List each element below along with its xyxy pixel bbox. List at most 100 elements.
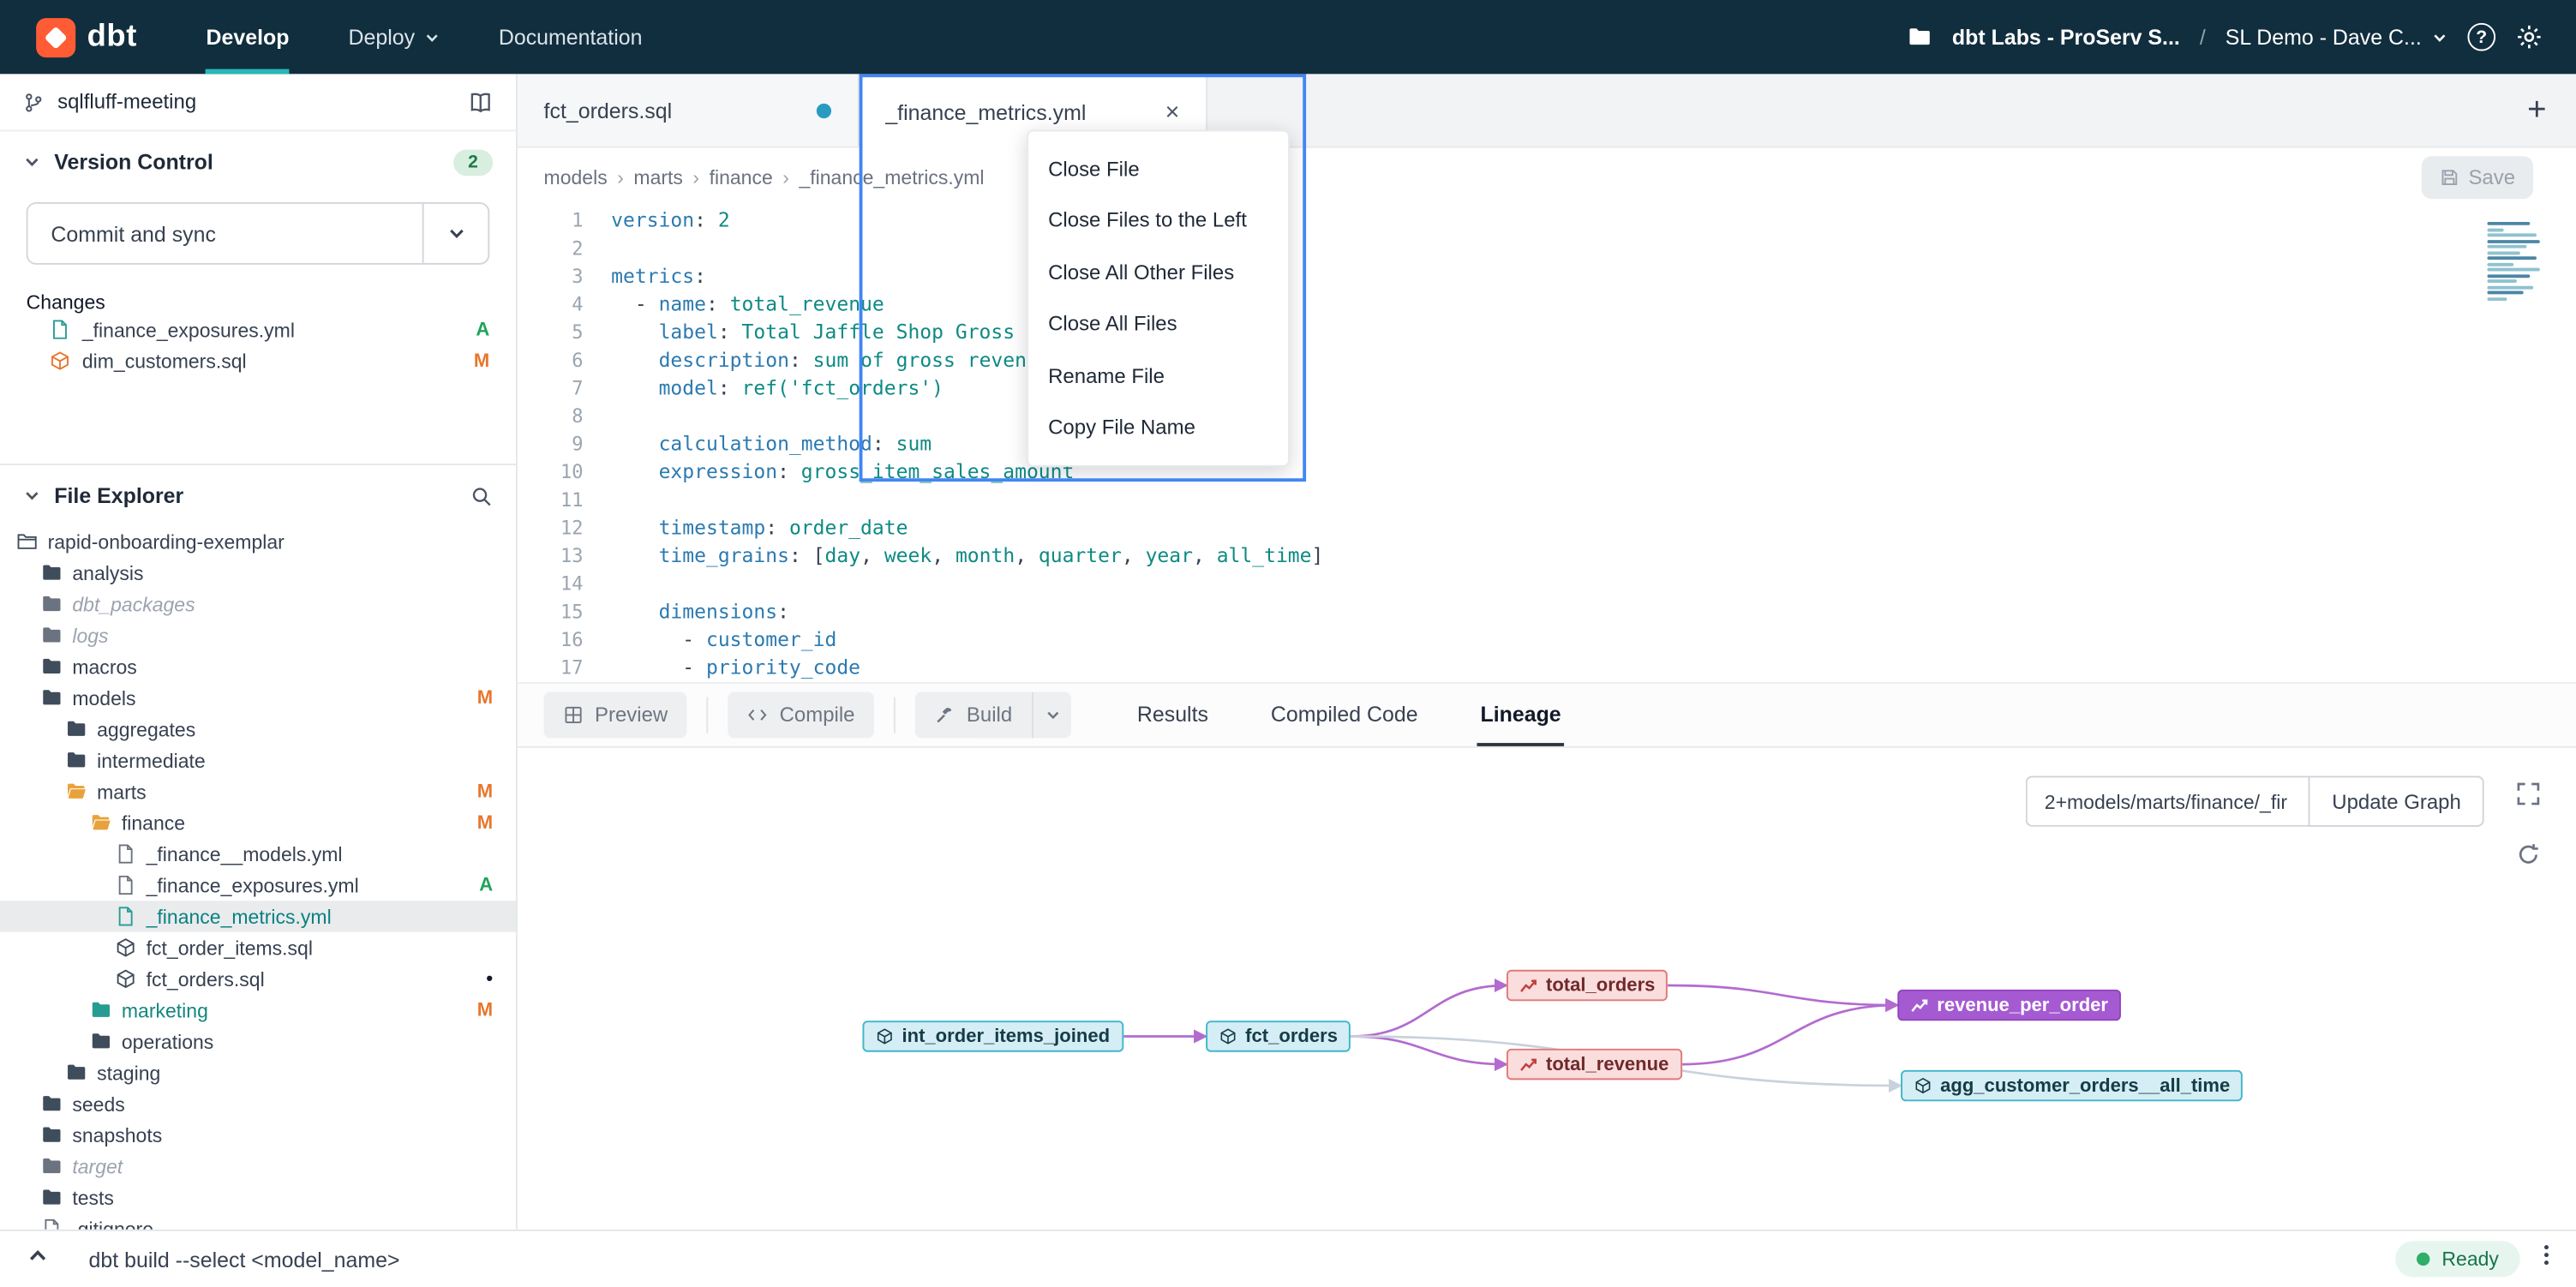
commit-options-button[interactable] [422, 204, 488, 263]
git-status-letter: M [474, 351, 489, 371]
tree-item-tests[interactable]: tests [0, 1182, 516, 1212]
context-menu-item[interactable]: Rename File [1028, 350, 1288, 402]
nav-deploy[interactable]: Deploy [348, 0, 439, 74]
tree-item-_finance__models.yml[interactable]: _finance__models.yml [0, 838, 516, 869]
tree-item-marketing[interactable]: marketingM [0, 995, 516, 1026]
update-graph-button[interactable]: Update Graph [2309, 775, 2483, 826]
build-options-button[interactable] [1032, 692, 1071, 739]
compile-button[interactable]: Compile [728, 692, 874, 739]
tree-item-fct_orders.sql[interactable]: fct_orders.sql• [0, 963, 516, 994]
context-menu-item[interactable]: Close Files to the Left [1028, 195, 1288, 246]
project-selector-label: SL Demo - Dave C... [2226, 25, 2422, 50]
git-branch-row[interactable]: sqlfluff-meeting [0, 74, 516, 131]
nav-documentation[interactable]: Documentation [499, 0, 643, 74]
reset-graph-icon[interactable] [2507, 834, 2549, 877]
changed-file-row[interactable]: dim_customers.sqlM [0, 345, 516, 376]
tree-item-dbt_packages[interactable]: dbt_packages [0, 589, 516, 620]
code-line: 14 [518, 569, 2576, 597]
command-input[interactable]: dbt build --select <model_name> [89, 1247, 400, 1272]
build-button[interactable]: Build [915, 692, 1032, 739]
code-line: 5 label: Total Jaffle Shop Gross Revenue [518, 317, 2576, 345]
folder-open-icon [66, 781, 87, 802]
fullscreen-expand-icon[interactable] [2507, 773, 2549, 816]
file-icon [41, 1218, 63, 1229]
tree-item-marts[interactable]: martsM [0, 775, 516, 806]
tree-item-_finance_metrics.yml[interactable]: _finance_metrics.yml [0, 901, 516, 931]
tree-item-fct_order_items.sql[interactable]: fct_order_items.sql [0, 932, 516, 963]
code-line: 2 [518, 233, 2576, 261]
tree-item-finance[interactable]: financeM [0, 807, 516, 838]
context-menu-item[interactable]: Close All Files [1028, 298, 1288, 350]
tree-item-aggregates[interactable]: aggregates [0, 714, 516, 745]
lineage-node-agg_customer_orders__all_time[interactable]: agg_customer_orders__all_time [1901, 1070, 2244, 1101]
tree-item-label: tests [72, 1186, 114, 1209]
close-tab-icon[interactable]: × [1165, 98, 1180, 126]
navbar-right: dbt Labs - ProServ S... / SL Demo - Dave… [1908, 23, 2543, 51]
file-explorer-header[interactable]: File Explorer [0, 465, 516, 526]
docs-book-icon[interactable] [468, 90, 493, 115]
node-label: revenue_per_order [1937, 996, 2108, 1015]
lineage-node-int_order_items_joined[interactable]: int_order_items_joined [862, 1021, 1123, 1051]
context-menu-item[interactable]: Copy File Name [1028, 402, 1288, 453]
version-control-section: Version Control 2 Commit and sync Change… [0, 131, 516, 464]
tree-item-operations[interactable]: operations [0, 1026, 516, 1057]
tree-item-label: logs [72, 624, 108, 647]
expand-panel-chevron-icon[interactable] [27, 1243, 50, 1274]
tree-item-target[interactable]: target [0, 1151, 516, 1182]
tree-item-models[interactable]: modelsM [0, 682, 516, 713]
lineage-node-total_orders[interactable]: total_orders [1507, 970, 1668, 1001]
save-button[interactable]: Save [2421, 156, 2533, 199]
line-text: time_grains: [day, week, month, quarter,… [584, 543, 1324, 566]
tree-item-staging[interactable]: staging [0, 1057, 516, 1087]
nav-develop[interactable]: Develop [207, 0, 290, 74]
tab-lineage[interactable]: Lineage [1477, 684, 1565, 746]
new-tab-plus-icon[interactable]: + [2527, 91, 2546, 129]
node-label: int_order_items_joined [902, 1027, 1110, 1046]
changed-file-row[interactable]: _finance_exposures.ymlA [0, 314, 516, 344]
tree-item-intermediate[interactable]: intermediate [0, 745, 516, 775]
lineage-node-total_revenue[interactable]: total_revenue [1507, 1049, 1682, 1080]
commit-and-sync-button[interactable]: Commit and sync [28, 204, 422, 263]
code-editor[interactable]: 1version: 223metrics:4 - name: total_rev… [518, 206, 2576, 682]
git-status-letter: A [476, 320, 489, 339]
tab-results[interactable]: Results [1134, 684, 1212, 746]
tree-item-macros[interactable]: macros [0, 651, 516, 682]
tree-item-logs[interactable]: logs [0, 620, 516, 650]
sidebar: sqlfluff-meeting Version Control 2 Commi… [0, 74, 518, 1230]
folder-icon [66, 750, 87, 771]
folder-icon [41, 1124, 63, 1146]
lineage-filter-input[interactable] [2027, 775, 2309, 826]
line-text: model: ref('fct_orders') [584, 375, 944, 398]
tab-compiled-code[interactable]: Compiled Code [1267, 684, 1421, 746]
context-menu-item[interactable]: Close All Other Files [1028, 247, 1288, 298]
search-icon[interactable] [470, 484, 493, 507]
breadcrumb-item[interactable]: marts [633, 165, 683, 189]
help-icon[interactable]: ? [2467, 23, 2495, 51]
tree-item-_finance_exposures.yml[interactable]: _finance_exposures.ymlA [0, 870, 516, 901]
tree-item-analysis[interactable]: analysis [0, 557, 516, 588]
account-selector[interactable]: dbt Labs - ProServ S... [1952, 25, 2180, 50]
tree-item-.gitignore[interactable]: .gitignore [0, 1213, 516, 1230]
breadcrumb-item[interactable]: models [544, 165, 608, 189]
tree-item-label: marketing [122, 998, 208, 1021]
nav-label: Deploy [348, 25, 415, 50]
project-selector[interactable]: SL Demo - Dave C... [2226, 25, 2448, 50]
lineage-node-fct_orders[interactable]: fct_orders [1206, 1021, 1351, 1051]
code-line: 1version: 2 [518, 206, 2576, 234]
kebab-menu-icon[interactable] [2543, 1242, 2550, 1275]
breadcrumb-item[interactable]: _finance_metrics.yml [799, 165, 984, 189]
code-line: 16 - customer_id [518, 625, 2576, 653]
code-line: 8 [518, 401, 2576, 429]
tree-item-rapid-onboarding-exemplar[interactable]: rapid-onboarding-exemplar [0, 526, 516, 557]
folder-icon [66, 718, 87, 739]
tree-item-seeds[interactable]: seeds [0, 1088, 516, 1119]
editor-tab-fct_orders.sql[interactable]: fct_orders.sql [518, 74, 860, 146]
line-number: 12 [518, 515, 584, 538]
preview-button[interactable]: Preview [544, 692, 688, 739]
context-menu-item[interactable]: Close File [1028, 143, 1288, 195]
version-control-header[interactable]: Version Control 2 [0, 131, 516, 192]
settings-gear-icon[interactable] [2515, 23, 2543, 51]
lineage-node-revenue_per_order[interactable]: revenue_per_order [1897, 990, 2121, 1021]
breadcrumb-item[interactable]: finance [710, 165, 773, 189]
tree-item-snapshots[interactable]: snapshots [0, 1119, 516, 1150]
